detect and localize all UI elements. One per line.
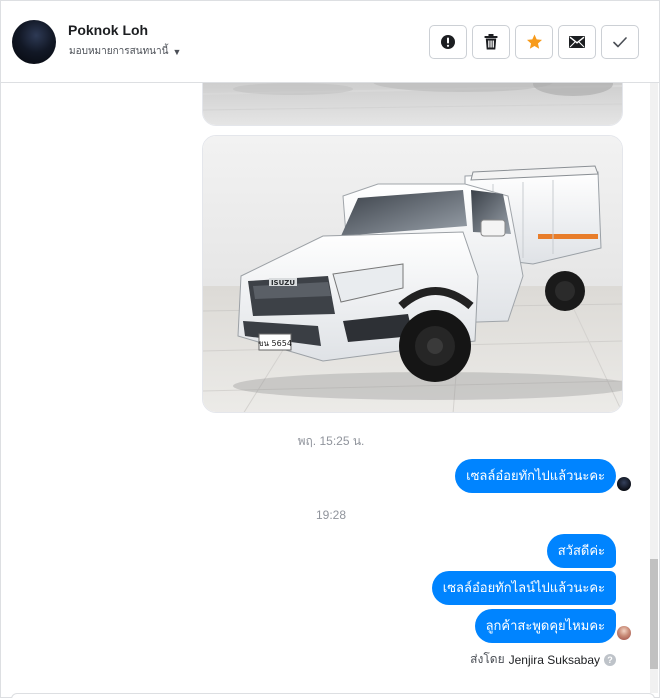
conversation-panel: Poknok Loh มอบหมายการสนทนานี้ ▼ ISUZU ขน…: [0, 0, 660, 698]
help-icon[interactable]: ?: [604, 653, 616, 666]
outgoing-message[interactable]: เซลล์อ๋อยทักไปแล้วนะคะ: [455, 459, 616, 493]
star-icon: [526, 34, 542, 49]
outgoing-message[interactable]: เซลล์อ๋อยทักไลน์ไปแล้วนะคะ: [431, 571, 616, 605]
mark-done-button[interactable]: [601, 25, 639, 59]
timestamp: 19:28: [1, 508, 651, 522]
sent-by-prefix: ส่งโดย: [470, 652, 505, 666]
outgoing-message[interactable]: ลูกค้าสะพูดคุยไหมคะ: [474, 609, 616, 643]
sent-by-name[interactable]: Jenjira Suksabay: [509, 653, 600, 667]
delete-button[interactable]: [472, 25, 510, 59]
caret-down-icon: ▼: [172, 46, 182, 57]
assign-label: มอบหมายการสนทนานี้: [69, 46, 169, 57]
message-thread[interactable]: ISUZU ขน 5654 พฤ. 15:25 น. เซลล์อ๋อยทักไ…: [1, 83, 651, 693]
report-button[interactable]: [429, 25, 467, 59]
email-button[interactable]: [558, 25, 596, 59]
timestamp: พฤ. 15:25 น.: [297, 434, 365, 448]
truck-brand-text: ISUZU: [271, 279, 295, 287]
contact-avatar[interactable]: [12, 20, 56, 64]
trash-icon: [484, 34, 498, 50]
outgoing-message[interactable]: สวัสดีค่ะ: [546, 534, 616, 568]
conversation-header: Poknok Loh มอบหมายการสนทนานี้ ▼: [1, 1, 659, 83]
checkmark-icon: [613, 36, 627, 47]
timestamp-text: 19:28: [315, 508, 347, 522]
star-button[interactable]: [515, 25, 553, 59]
thread-scrollbar-thumb[interactable]: [650, 559, 658, 669]
exclamation-icon: [441, 35, 455, 49]
agent-avatar: [617, 626, 631, 640]
message-composer[interactable]: [11, 693, 655, 698]
header-actions: [429, 25, 639, 59]
read-receipt-avatar: [617, 477, 631, 491]
message-image-cropped[interactable]: [202, 83, 623, 126]
assign-conversation-dropdown[interactable]: มอบหมายการสนทนานี้ ▼: [69, 44, 181, 59]
contact-name[interactable]: Poknok Loh: [68, 22, 148, 38]
message-image-truck[interactable]: ISUZU ขน 5654: [202, 135, 623, 413]
envelope-icon: [569, 36, 585, 48]
sent-by-line: ส่งโดย Jenjira Suksabay ?: [470, 650, 616, 669]
license-plate-text: ขน 5654: [258, 339, 292, 348]
